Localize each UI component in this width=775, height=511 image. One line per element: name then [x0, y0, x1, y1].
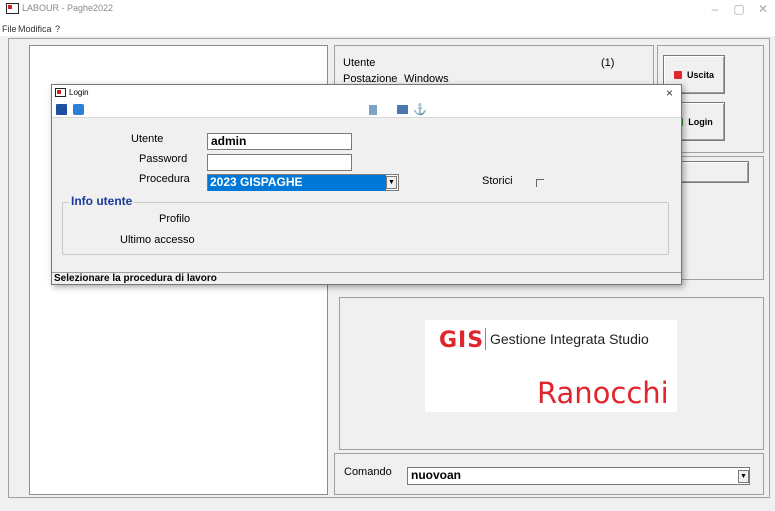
ranocchi-brand: Ranocchi [537, 376, 669, 410]
logo-subtitle: Gestione Integrata Studio [490, 331, 649, 347]
anchor-icon[interactable]: ⚓ [413, 103, 427, 116]
password-input[interactable] [207, 154, 352, 171]
exit-icon [673, 70, 682, 79]
dialog-close-icon[interactable]: × [666, 86, 673, 100]
window-title: LABOUR - Paghe2022 [22, 3, 114, 13]
login-label: Login [688, 116, 713, 127]
comando-dropdown-arrow-icon[interactable]: ▼ [738, 470, 749, 483]
login-dialog-title: Login [69, 88, 89, 97]
utente-info-label: Utente [343, 57, 376, 69]
minimize-button[interactable]: – [705, 2, 725, 16]
app-icon [6, 3, 19, 14]
print-icon[interactable] [397, 105, 408, 114]
uscita-label: Uscita [686, 69, 714, 80]
menu-bar: File Modifica ? [0, 22, 775, 36]
logo-divider [485, 328, 486, 350]
dialog-app-icon [55, 88, 66, 97]
login-status-bar: Selezionare la procedura di lavoro [52, 272, 681, 285]
command-panel: Comando nuovoan ▼ [334, 453, 764, 495]
save-icon[interactable] [56, 104, 67, 115]
info-utente-group [62, 202, 669, 255]
info-utente-title: Info utente [69, 194, 135, 208]
utente-input[interactable]: admin [207, 133, 352, 150]
back-icon[interactable] [73, 104, 84, 115]
utente-value: admin [211, 134, 247, 148]
comando-input[interactable]: nuovoan [407, 467, 750, 485]
comando-label: Comando [344, 466, 392, 478]
login-toolbar: ⚓ [52, 102, 681, 118]
procedura-selected: 2023 GISPAGHE [208, 175, 386, 191]
utente-count: (1) [601, 57, 615, 69]
ultimo-accesso-label: Ultimo accesso [120, 234, 195, 246]
procedura-select[interactable]: 2023 GISPAGHE ▼ [207, 174, 399, 191]
comando-value: nuovoan [411, 468, 461, 482]
utente-label: Utente [131, 133, 164, 145]
menu-help[interactable]: ? [55, 24, 60, 34]
profilo-label: Profilo [159, 213, 191, 225]
menu-modifica[interactable]: Modifica [18, 24, 52, 34]
login-dialog: Login × ⚓ Utente admin Password Procedur… [51, 84, 682, 285]
storici-label: Storici [482, 175, 513, 187]
password-label: Password [139, 153, 188, 165]
login-status-text: Selezionare la procedura di lavoro [54, 273, 217, 284]
menu-file[interactable]: File [2, 24, 17, 34]
close-window-button[interactable]: ✕ [753, 2, 773, 16]
procedura-label: Procedura [139, 173, 190, 185]
title-bar: LABOUR - Paghe2022 – ▢ ✕ [0, 0, 775, 22]
document-icon[interactable] [369, 105, 377, 115]
gis-logo-mark: GIS [439, 328, 485, 353]
gis-logo: GIS Gestione Integrata Studio Ranocchi [425, 320, 677, 412]
login-dialog-titlebar: Login × [52, 85, 681, 102]
storici-checkbox[interactable] [536, 179, 544, 187]
maximize-button[interactable]: ▢ [729, 2, 749, 16]
procedura-dropdown-arrow-icon[interactable]: ▼ [386, 176, 397, 189]
